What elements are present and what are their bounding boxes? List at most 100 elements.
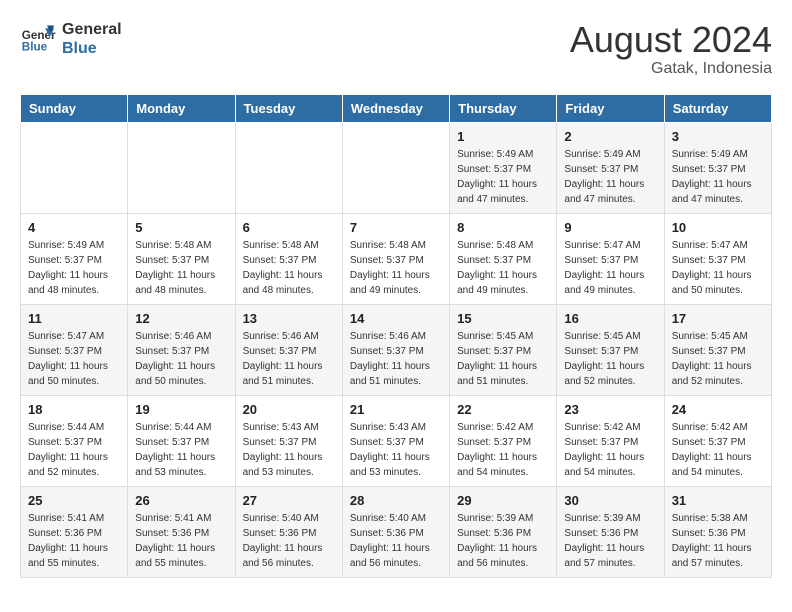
calendar-cell: 12 Sunrise: 5:46 AM Sunset: 5:37 PM Dayli… — [128, 304, 235, 395]
day-info: Sunrise: 5:41 AM Sunset: 5:36 PM Dayligh… — [135, 511, 227, 571]
day-info: Sunrise: 5:49 AM Sunset: 5:37 PM Dayligh… — [457, 147, 549, 207]
day-info: Sunrise: 5:48 AM Sunset: 5:37 PM Dayligh… — [135, 238, 227, 298]
calendar-cell: 19 Sunrise: 5:44 AM Sunset: 5:37 PM Dayli… — [128, 395, 235, 486]
logo-icon: General Blue — [20, 21, 56, 57]
day-info: Sunrise: 5:49 AM Sunset: 5:37 PM Dayligh… — [672, 147, 764, 207]
calendar-cell: 21 Sunrise: 5:43 AM Sunset: 5:37 PM Dayli… — [342, 395, 449, 486]
calendar-cell: 24 Sunrise: 5:42 AM Sunset: 5:37 PM Dayli… — [664, 395, 771, 486]
day-info: Sunrise: 5:40 AM Sunset: 5:36 PM Dayligh… — [350, 511, 442, 571]
day-number: 1 — [457, 129, 549, 144]
day-number: 13 — [243, 311, 335, 326]
day-number: 28 — [350, 493, 442, 508]
day-number: 20 — [243, 402, 335, 417]
calendar-cell: 4Sunrise: 5:49 AM Sunset: 5:37 PM Daylig… — [21, 213, 128, 304]
calendar-cell: 17 Sunrise: 5:45 AM Sunset: 5:37 PM Dayli… — [664, 304, 771, 395]
day-number: 11 — [28, 311, 120, 326]
calendar-table: SundayMondayTuesdayWednesdayThursdayFrid… — [20, 94, 772, 578]
day-number: 31 — [672, 493, 764, 508]
day-number: 19 — [135, 402, 227, 417]
day-number: 9 — [564, 220, 656, 235]
day-info: Sunrise: 5:43 AM Sunset: 5:37 PM Dayligh… — [350, 420, 442, 480]
calendar-cell: 22 Sunrise: 5:42 AM Sunset: 5:37 PM Dayli… — [450, 395, 557, 486]
calendar-cell: 2Sunrise: 5:49 AM Sunset: 5:37 PM Daylig… — [557, 122, 664, 213]
calendar-cell: 30 Sunrise: 5:39 AM Sunset: 5:36 PM Dayli… — [557, 486, 664, 577]
day-number: 30 — [564, 493, 656, 508]
day-info: Sunrise: 5:44 AM Sunset: 5:37 PM Dayligh… — [28, 420, 120, 480]
day-number: 29 — [457, 493, 549, 508]
month-year: August 2024 — [570, 20, 772, 60]
day-info: Sunrise: 5:48 AM Sunset: 5:37 PM Dayligh… — [243, 238, 335, 298]
calendar-cell: 31 Sunrise: 5:38 AM Sunset: 5:36 PM Dayli… — [664, 486, 771, 577]
day-number: 7 — [350, 220, 442, 235]
day-number: 22 — [457, 402, 549, 417]
calendar-cell — [128, 122, 235, 213]
calendar-week-3: 11 Sunrise: 5:47 AM Sunset: 5:37 PM Dayli… — [21, 304, 772, 395]
day-number: 2 — [564, 129, 656, 144]
day-number: 15 — [457, 311, 549, 326]
day-info: Sunrise: 5:47 AM Sunset: 5:37 PM Dayligh… — [28, 329, 120, 389]
calendar-cell: 18Sunrise: 5:44 AM Sunset: 5:37 PM Dayli… — [21, 395, 128, 486]
calendar-cell: 20 Sunrise: 5:43 AM Sunset: 5:37 PM Dayli… — [235, 395, 342, 486]
day-info: Sunrise: 5:38 AM Sunset: 5:36 PM Dayligh… — [672, 511, 764, 571]
day-info: Sunrise: 5:42 AM Sunset: 5:37 PM Dayligh… — [564, 420, 656, 480]
day-info: Sunrise: 5:46 AM Sunset: 5:37 PM Dayligh… — [243, 329, 335, 389]
day-number: 5 — [135, 220, 227, 235]
day-info: Sunrise: 5:46 AM Sunset: 5:37 PM Dayligh… — [135, 329, 227, 389]
logo-line1: General — [62, 20, 122, 39]
calendar-cell: 15 Sunrise: 5:45 AM Sunset: 5:37 PM Dayli… — [450, 304, 557, 395]
day-number: 6 — [243, 220, 335, 235]
day-info: Sunrise: 5:47 AM Sunset: 5:37 PM Dayligh… — [672, 238, 764, 298]
day-number: 3 — [672, 129, 764, 144]
calendar-cell — [235, 122, 342, 213]
day-info: Sunrise: 5:45 AM Sunset: 5:37 PM Dayligh… — [564, 329, 656, 389]
day-info: Sunrise: 5:48 AM Sunset: 5:37 PM Dayligh… — [350, 238, 442, 298]
day-number: 10 — [672, 220, 764, 235]
weekday-header-monday: Monday — [128, 94, 235, 122]
day-number: 8 — [457, 220, 549, 235]
calendar-cell: 16 Sunrise: 5:45 AM Sunset: 5:37 PM Dayli… — [557, 304, 664, 395]
calendar-cell: 27 Sunrise: 5:40 AM Sunset: 5:36 PM Dayli… — [235, 486, 342, 577]
calendar-cell: 10 Sunrise: 5:47 AM Sunset: 5:37 PM Dayli… — [664, 213, 771, 304]
day-info: Sunrise: 5:45 AM Sunset: 5:37 PM Dayligh… — [672, 329, 764, 389]
day-number: 17 — [672, 311, 764, 326]
title-block: August 2024 Gatak, Indonesia — [570, 20, 772, 78]
calendar-cell — [21, 122, 128, 213]
calendar-cell: 1 Sunrise: 5:49 AM Sunset: 5:37 PM Daylig… — [450, 122, 557, 213]
calendar-cell: 28 Sunrise: 5:40 AM Sunset: 5:36 PM Dayli… — [342, 486, 449, 577]
calendar-cell: 11 Sunrise: 5:47 AM Sunset: 5:37 PM Dayli… — [21, 304, 128, 395]
day-number: 27 — [243, 493, 335, 508]
day-info: Sunrise: 5:40 AM Sunset: 5:36 PM Dayligh… — [243, 511, 335, 571]
day-info: Sunrise: 5:42 AM Sunset: 5:37 PM Dayligh… — [672, 420, 764, 480]
calendar-cell: 9Sunrise: 5:47 AM Sunset: 5:37 PM Daylig… — [557, 213, 664, 304]
day-info: Sunrise: 5:45 AM Sunset: 5:37 PM Dayligh… — [457, 329, 549, 389]
calendar-cell: 5 Sunrise: 5:48 AM Sunset: 5:37 PM Daylig… — [128, 213, 235, 304]
calendar-cell: 13 Sunrise: 5:46 AM Sunset: 5:37 PM Dayli… — [235, 304, 342, 395]
svg-text:Blue: Blue — [22, 41, 48, 54]
day-number: 12 — [135, 311, 227, 326]
calendar-cell: 6 Sunrise: 5:48 AM Sunset: 5:37 PM Daylig… — [235, 213, 342, 304]
calendar-week-2: 4Sunrise: 5:49 AM Sunset: 5:37 PM Daylig… — [21, 213, 772, 304]
day-info: Sunrise: 5:49 AM Sunset: 5:37 PM Dayligh… — [28, 238, 120, 298]
location: Gatak, Indonesia — [570, 60, 772, 78]
day-number: 23 — [564, 402, 656, 417]
day-number: 21 — [350, 402, 442, 417]
weekday-header-tuesday: Tuesday — [235, 94, 342, 122]
day-info: Sunrise: 5:43 AM Sunset: 5:37 PM Dayligh… — [243, 420, 335, 480]
day-info: Sunrise: 5:48 AM Sunset: 5:37 PM Dayligh… — [457, 238, 549, 298]
day-number: 16 — [564, 311, 656, 326]
day-number: 24 — [672, 402, 764, 417]
calendar-cell: 14Sunrise: 5:46 AM Sunset: 5:37 PM Dayli… — [342, 304, 449, 395]
day-info: Sunrise: 5:42 AM Sunset: 5:37 PM Dayligh… — [457, 420, 549, 480]
calendar-cell: 25 Sunrise: 5:41 AM Sunset: 5:36 PM Dayli… — [21, 486, 128, 577]
calendar-week-5: 25 Sunrise: 5:41 AM Sunset: 5:36 PM Dayli… — [21, 486, 772, 577]
day-info: Sunrise: 5:41 AM Sunset: 5:36 PM Dayligh… — [28, 511, 120, 571]
day-number: 25 — [28, 493, 120, 508]
weekday-header-sunday: Sunday — [21, 94, 128, 122]
weekday-header-saturday: Saturday — [664, 94, 771, 122]
calendar-cell: 8 Sunrise: 5:48 AM Sunset: 5:37 PM Daylig… — [450, 213, 557, 304]
day-info: Sunrise: 5:44 AM Sunset: 5:37 PM Dayligh… — [135, 420, 227, 480]
day-info: Sunrise: 5:39 AM Sunset: 5:36 PM Dayligh… — [564, 511, 656, 571]
calendar-cell: 26Sunrise: 5:41 AM Sunset: 5:36 PM Dayli… — [128, 486, 235, 577]
calendar-cell: 29Sunrise: 5:39 AM Sunset: 5:36 PM Dayli… — [450, 486, 557, 577]
calendar-cell: 23 Sunrise: 5:42 AM Sunset: 5:37 PM Dayli… — [557, 395, 664, 486]
